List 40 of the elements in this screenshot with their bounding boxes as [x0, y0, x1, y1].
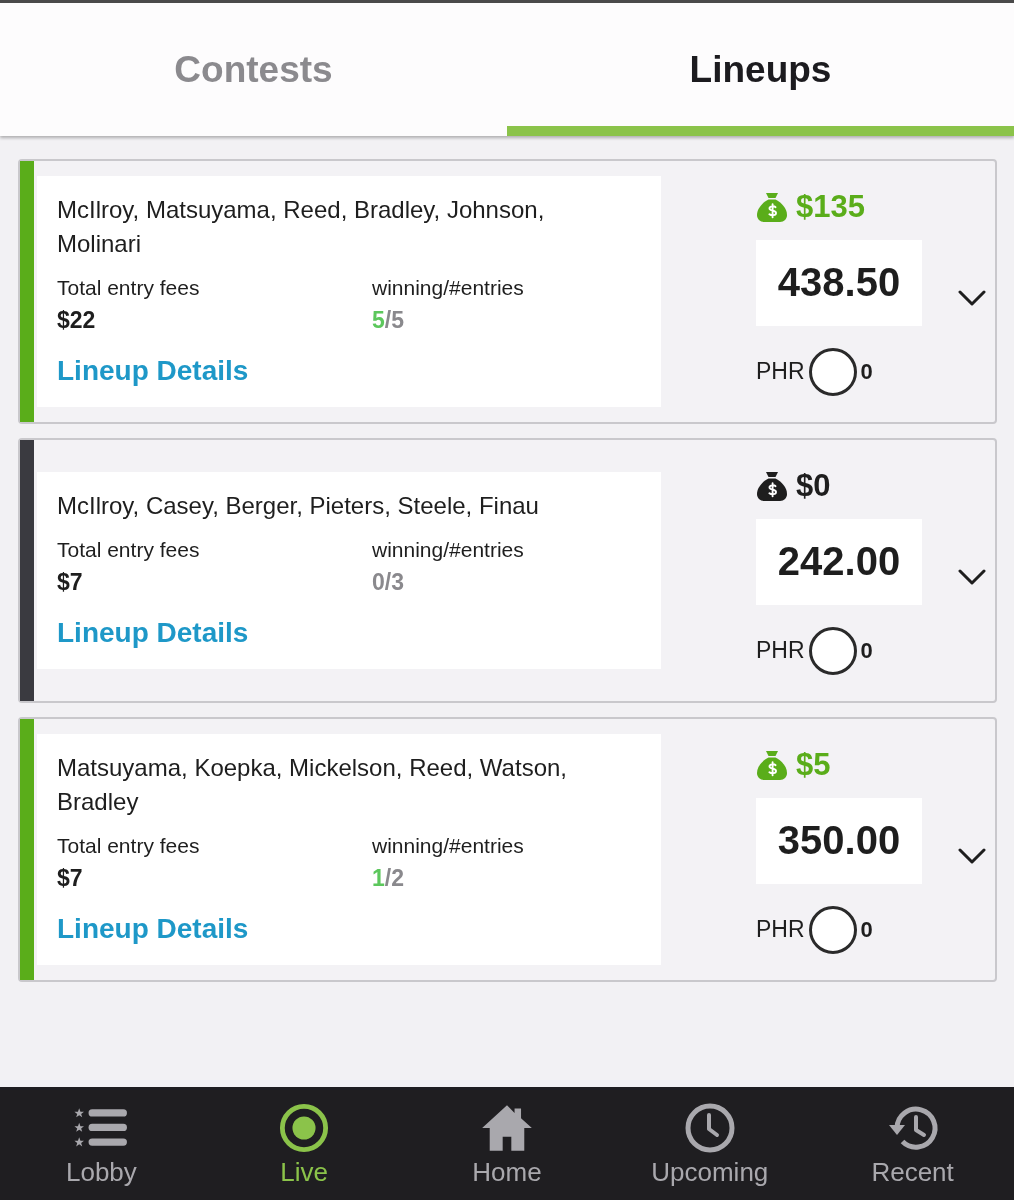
nav-tab[interactable]: Lobby: [0, 1087, 203, 1200]
player-names: McIlroy, Matsuyama, Reed, Bradley, Johnson, Molinari: [57, 195, 546, 259]
prize-amount: $0: [796, 466, 831, 505]
phr-value: 0: [860, 358, 873, 385]
score-display: 438.50: [756, 239, 922, 326]
ring-icon: [808, 626, 857, 675]
stat-label: winning/#entries: [372, 833, 524, 859]
score-display: 242.00: [756, 518, 922, 605]
record-value: 1/2: [372, 864, 405, 893]
player-names: McIlroy, Casey, Berger, Pieters, Steele, Finau: [57, 491, 540, 521]
tab[interactable]: Lineups: [507, 3, 1014, 136]
prize-amount: $5: [796, 745, 831, 784]
chevron-down-icon[interactable]: [958, 847, 986, 864]
chevron-down-icon[interactable]: [958, 289, 986, 306]
player-names: Matsuyama, Koepka, Mickelson, Reed, Watson, Bradley: [57, 753, 568, 817]
score-display: 350.00: [756, 797, 922, 884]
fees-value: $22: [57, 306, 97, 335]
phr-label: PHR: [756, 637, 805, 664]
stat-label: winning/#entries: [372, 537, 524, 563]
phr-label: PHR: [756, 358, 805, 385]
stat-label: Total entry fees: [57, 537, 201, 563]
ring-icon: [808, 347, 857, 396]
record-value: 5/5: [372, 306, 405, 335]
fees-value: $7: [57, 568, 84, 597]
fees-value: $7: [57, 864, 84, 893]
ring-icon: [808, 905, 857, 954]
phr-label: PHR: [756, 916, 805, 943]
chevron-down-icon[interactable]: [958, 568, 986, 585]
phr-value: 0: [860, 637, 873, 664]
nav-tab[interactable]: Live: [202, 1087, 406, 1200]
record-value: 0/3: [372, 568, 405, 597]
stat-label: winning/#entries: [372, 275, 524, 301]
nav-tab[interactable]: Recent: [811, 1087, 1014, 1200]
prize-amount: $135: [796, 187, 865, 226]
home-icon: [480, 1103, 534, 1153]
stat-label: Total entry fees: [57, 833, 201, 859]
nav-tab[interactable]: Home: [405, 1087, 609, 1200]
stat-label: Total entry fees: [57, 275, 201, 301]
nav-tab[interactable]: Upcoming: [608, 1087, 812, 1200]
phr-value: 0: [860, 916, 873, 943]
